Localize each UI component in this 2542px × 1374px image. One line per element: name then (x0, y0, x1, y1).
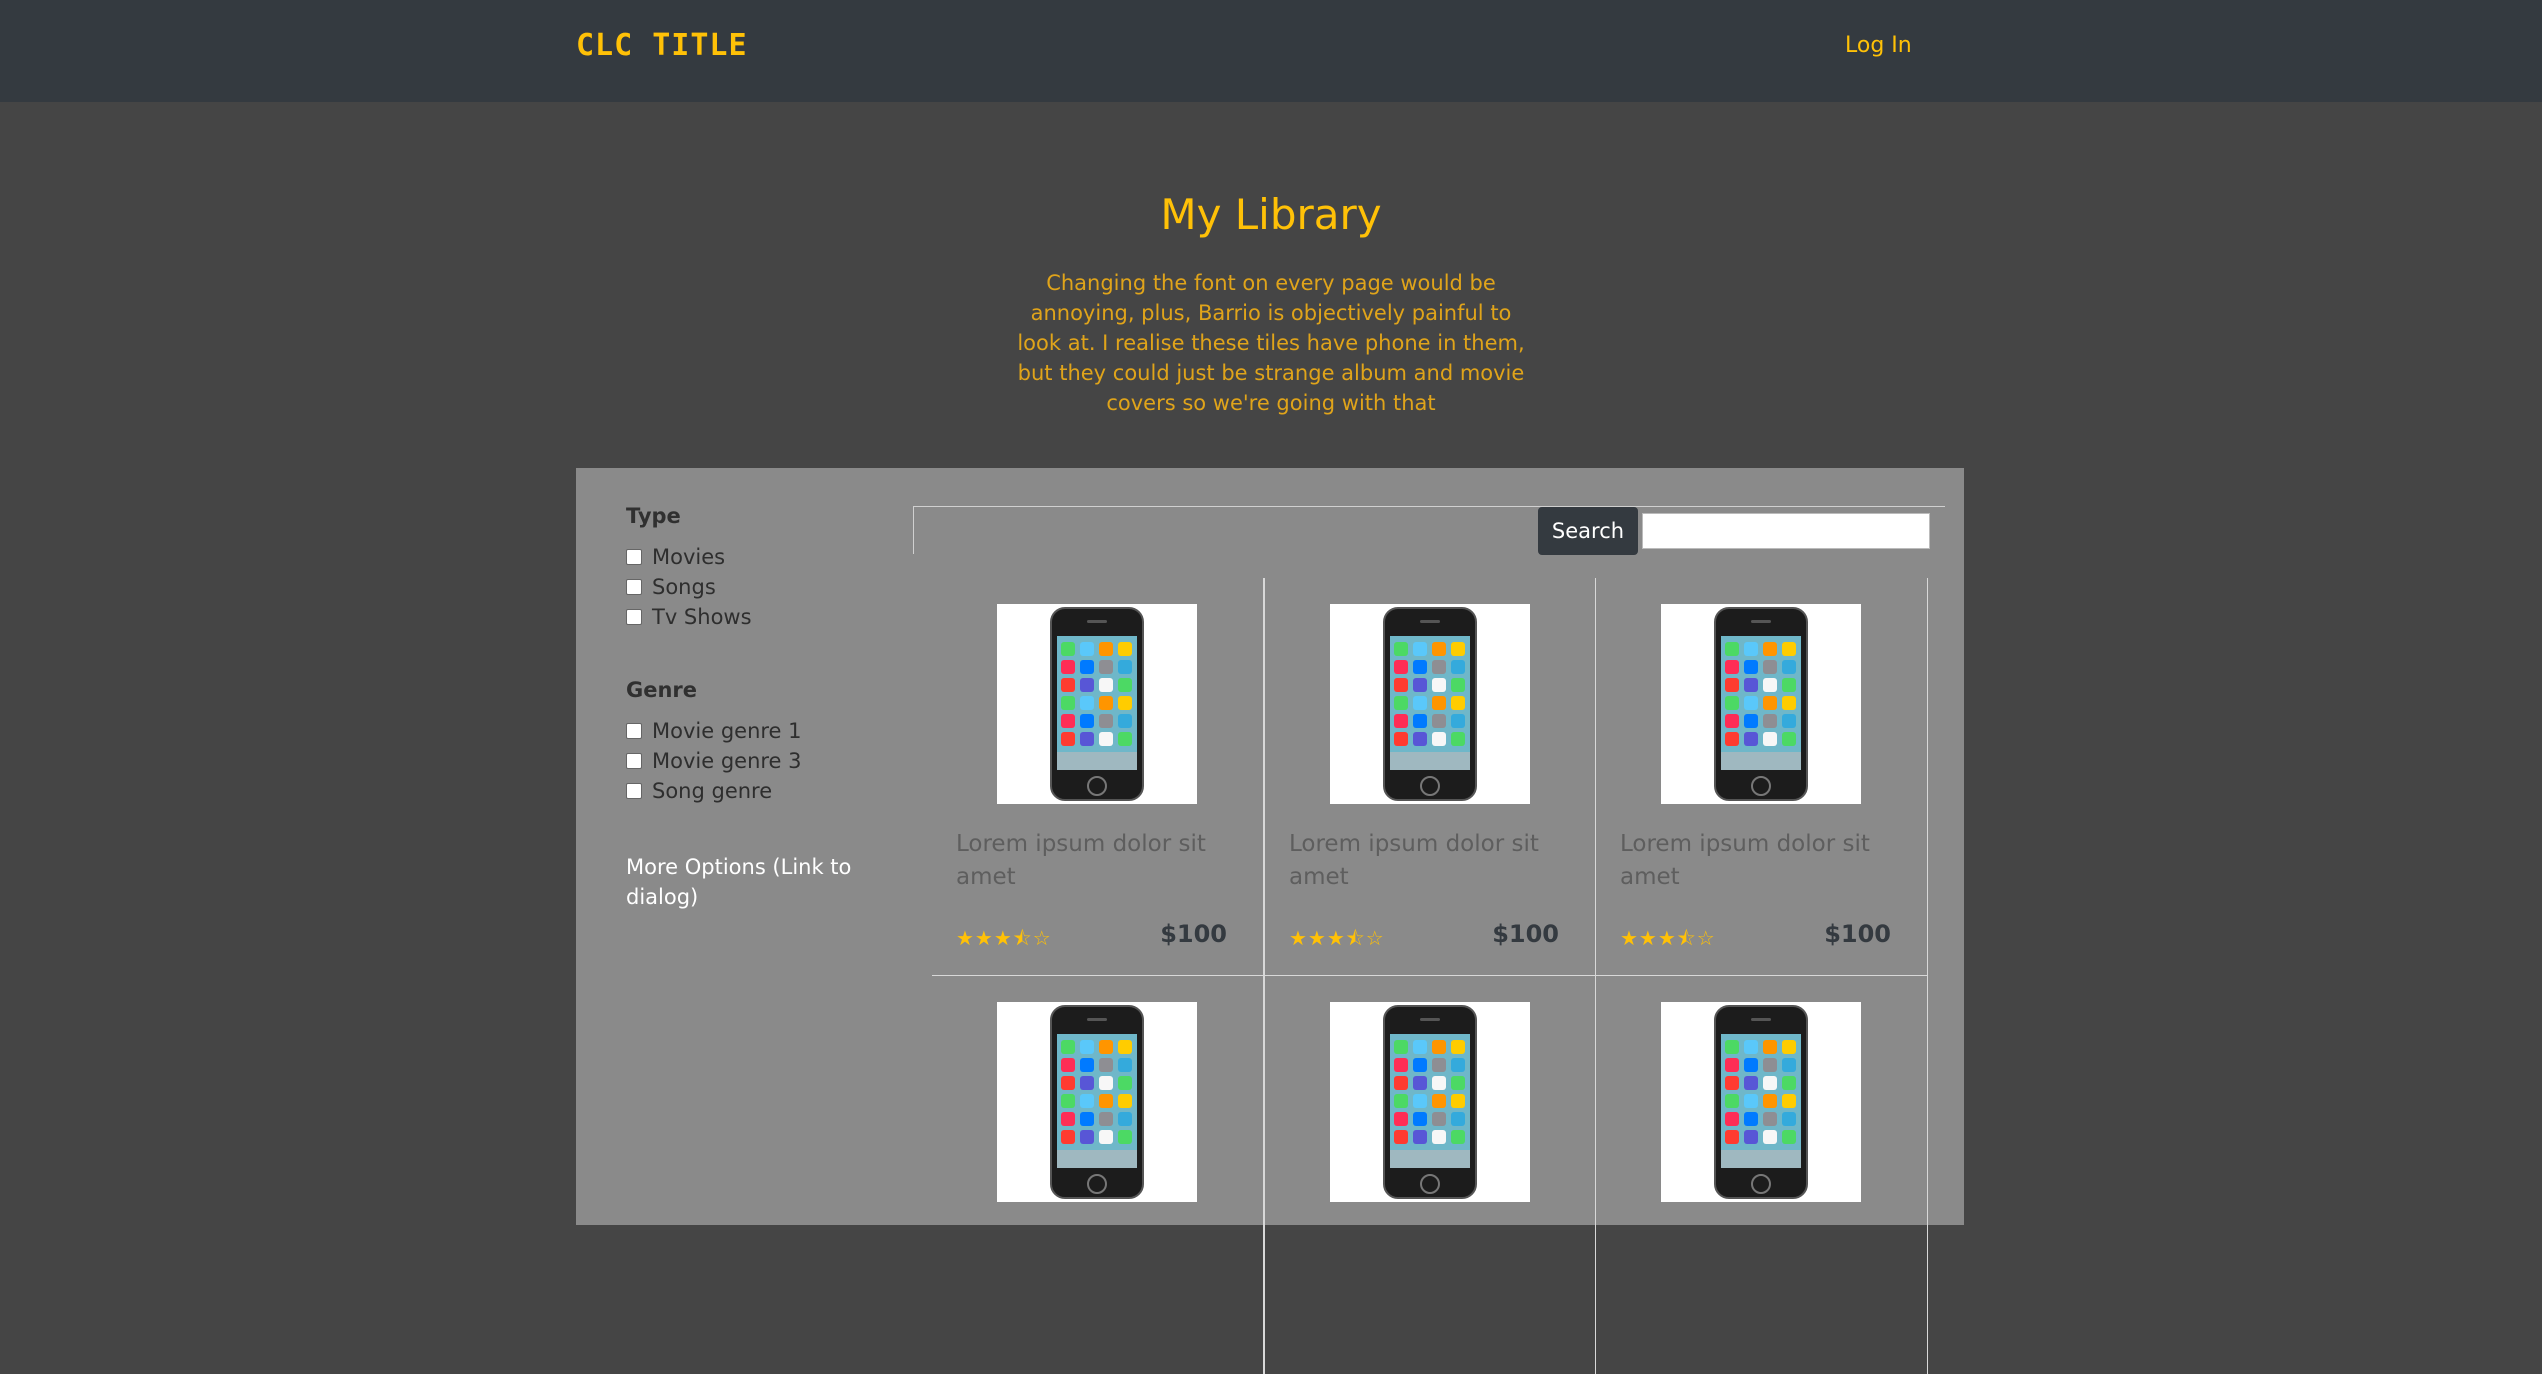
filter-option-label: Movie genre 1 (652, 719, 802, 743)
login-link[interactable]: Log In (1845, 33, 1912, 58)
product-title[interactable]: Lorem ipsum dolor sit amet (956, 828, 1236, 894)
genre-filter-heading: Genre (626, 678, 698, 702)
product-card[interactable]: Lorem ipsum dolor sit amet ★★★⯪☆ $100 (932, 578, 1264, 976)
phone-icon (1050, 607, 1144, 801)
phone-thumbnail (997, 1002, 1197, 1202)
filter-option-label: Movie genre 3 (652, 749, 802, 773)
filter-option-song-genre[interactable]: Song genre (626, 776, 896, 806)
filter-option-label: Tv Shows (652, 605, 752, 629)
tv-shows-checkbox[interactable] (626, 609, 642, 625)
filter-sidebar: Type Movies Songs Tv Shows Genre Movie g… (626, 504, 896, 912)
page-description: Changing the font on every page would be… (1017, 271, 1525, 415)
product-card[interactable] (1596, 976, 1928, 1374)
phone-thumbnail (1661, 1002, 1861, 1202)
product-price: $100 (1824, 920, 1891, 948)
phone-icon (1714, 1005, 1808, 1199)
product-title[interactable]: Lorem ipsum dolor sit amet (1620, 828, 1900, 894)
filter-option-movies[interactable]: Movies (626, 542, 896, 572)
phone-thumbnail (997, 604, 1197, 804)
type-filter-group: Type Movies Songs Tv Shows (626, 504, 896, 632)
filter-option-songs[interactable]: Songs (626, 572, 896, 602)
movies-checkbox[interactable] (626, 549, 642, 565)
library-panel: Type Movies Songs Tv Shows Genre Movie g… (576, 468, 1964, 1374)
product-card[interactable] (932, 976, 1264, 1374)
search-bar: Search (913, 506, 1945, 555)
star-rating: ★★★⯪☆ (956, 926, 1052, 950)
filter-option-movie-genre-3[interactable]: Movie genre 3 (626, 746, 896, 776)
product-card[interactable]: Lorem ipsum dolor sit amet ★★★⯪☆ $100 (1264, 578, 1596, 976)
filter-option-tv-shows[interactable]: Tv Shows (626, 602, 896, 632)
product-title[interactable]: Lorem ipsum dolor sit amet (1289, 828, 1569, 894)
phone-thumbnail (1661, 604, 1861, 804)
product-price: $100 (1492, 920, 1559, 948)
songs-checkbox[interactable] (626, 579, 642, 595)
filter-option-label: Movies (652, 545, 726, 569)
product-price: $100 (1160, 920, 1227, 948)
phone-icon (1383, 1005, 1477, 1199)
filter-option-movie-genre-1[interactable]: Movie genre 1 (626, 716, 896, 746)
page-title: My Library (1160, 190, 1382, 239)
more-options-link[interactable]: More Options (Link to dialog) (626, 852, 866, 912)
search-button[interactable]: Search (1538, 507, 1638, 555)
phone-icon (1050, 1005, 1144, 1199)
phone-icon (1383, 607, 1477, 801)
movie-genre-1-checkbox[interactable] (626, 723, 642, 739)
phone-thumbnail (1330, 604, 1530, 804)
search-input[interactable] (1642, 513, 1930, 549)
filter-option-label: Song genre (652, 779, 773, 803)
star-rating: ★★★⯪☆ (1620, 926, 1716, 950)
genre-filter-group: Genre Movie genre 1 Movie genre 3 Song g… (626, 678, 896, 806)
type-filter-heading: Type (626, 504, 681, 528)
phone-icon (1714, 607, 1808, 801)
song-genre-checkbox[interactable] (626, 783, 642, 799)
product-card[interactable]: Lorem ipsum dolor sit amet ★★★⯪☆ $100 (1596, 578, 1928, 976)
filter-option-label: Songs (652, 575, 716, 599)
navbar: CLC TITLE Log In (0, 0, 2542, 102)
phone-thumbnail (1330, 1002, 1530, 1202)
product-card[interactable] (1264, 976, 1596, 1374)
movie-genre-3-checkbox[interactable] (626, 753, 642, 769)
brand-logo[interactable]: CLC TITLE (576, 28, 748, 63)
star-rating: ★★★⯪☆ (1289, 926, 1385, 950)
